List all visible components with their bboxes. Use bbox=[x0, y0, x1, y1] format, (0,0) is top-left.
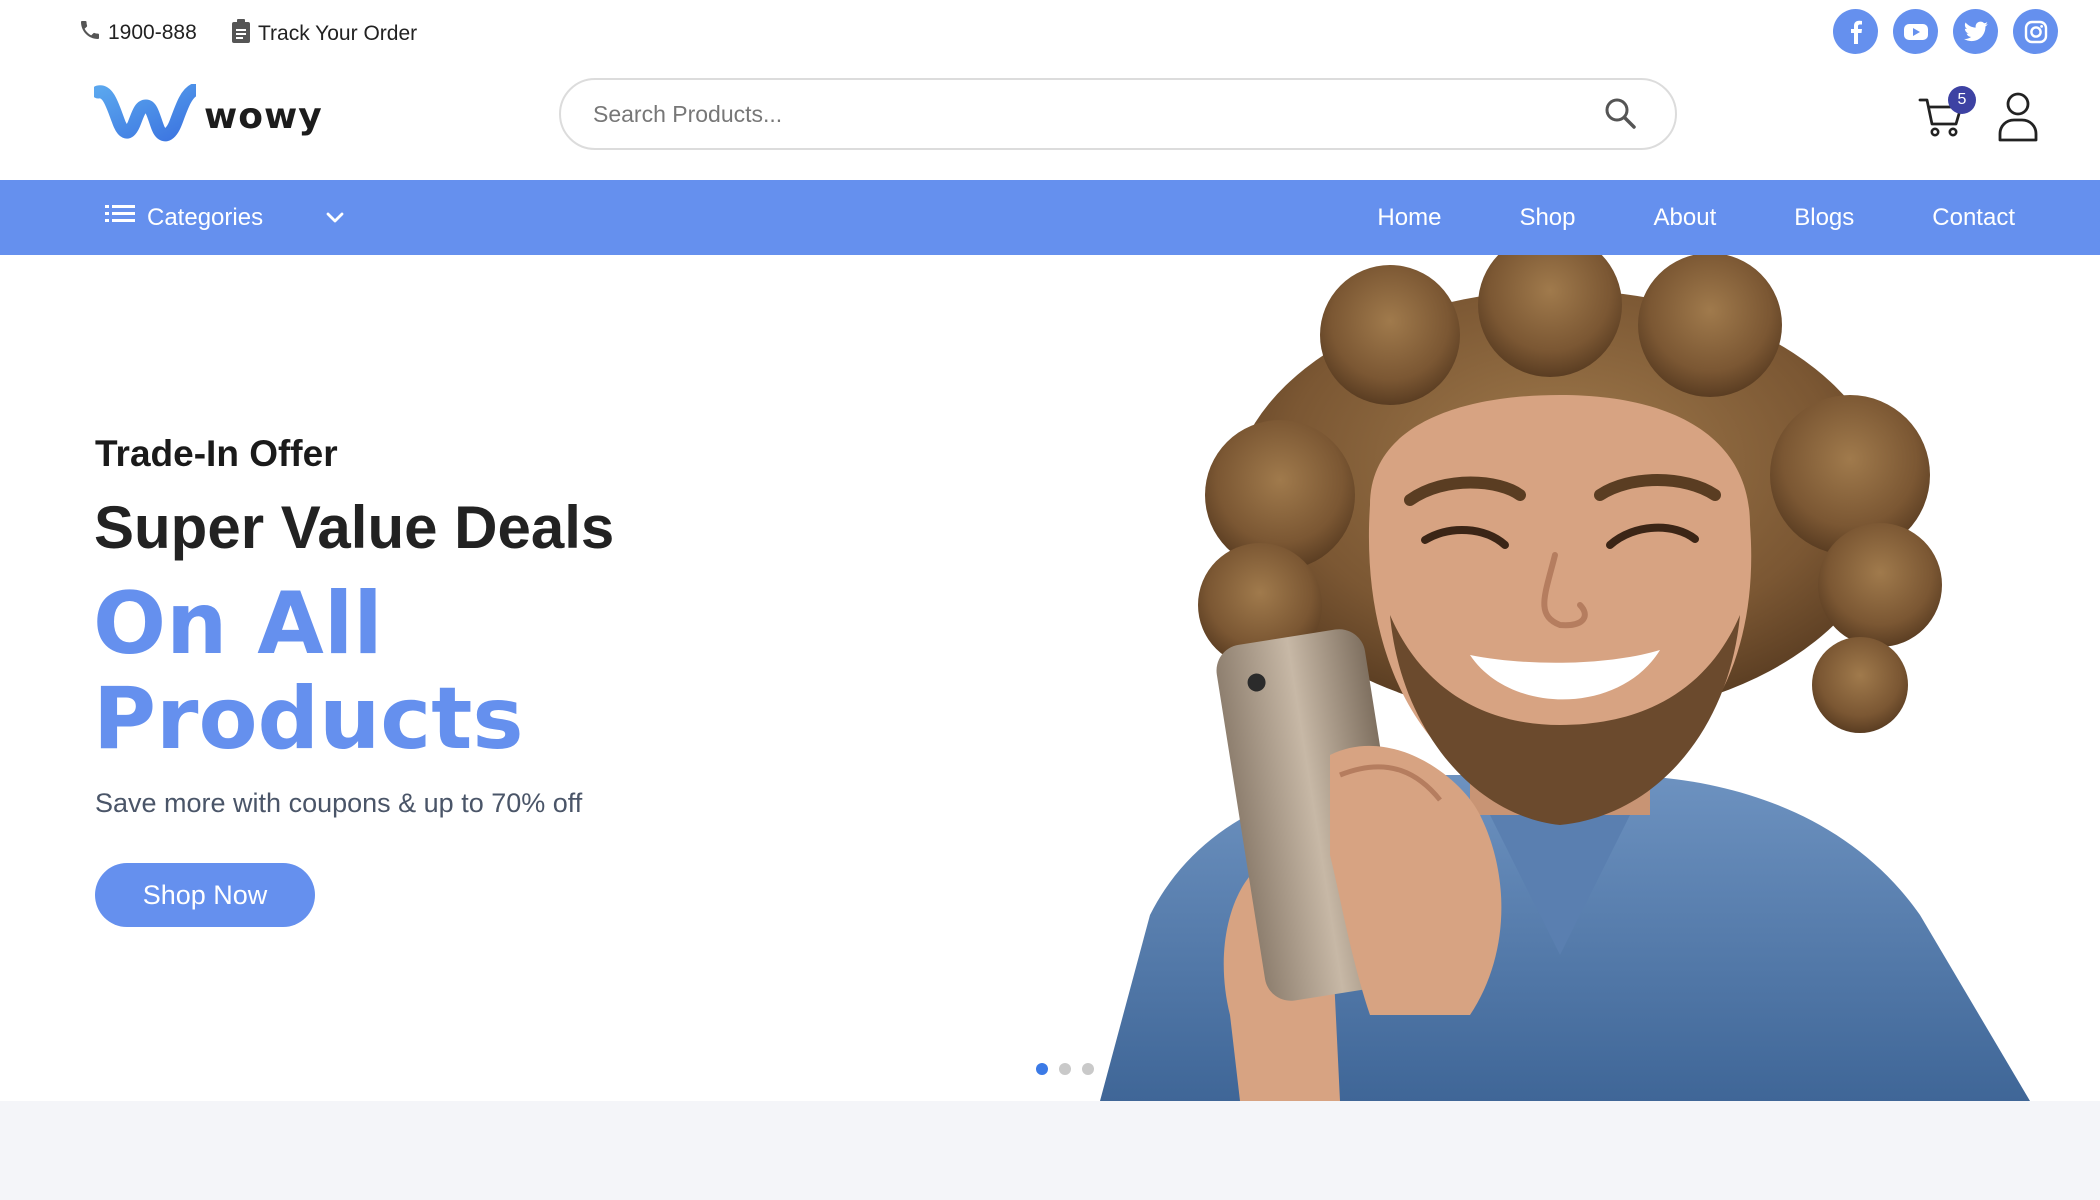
nav-link-home[interactable]: Home bbox=[1377, 204, 1441, 232]
track-order-label: Track Your Order bbox=[258, 22, 418, 45]
hero-description: Save more with coupons & up to 70% off bbox=[95, 788, 583, 818]
twitter-icon[interactable] bbox=[1953, 9, 1998, 54]
hero-image-man-with-phone bbox=[1100, 255, 2030, 1101]
top-bar: 1900-888 Track Your Order bbox=[0, 0, 2100, 62]
chevron-down-icon bbox=[325, 204, 345, 232]
instagram-icon[interactable] bbox=[2013, 9, 2058, 54]
cart-icon bbox=[1918, 98, 1966, 144]
phone-contact[interactable]: 1900-888 bbox=[78, 18, 197, 48]
shop-now-button[interactable]: Shop Now bbox=[95, 863, 315, 927]
main-nav-links: Home Shop About Blogs Contact bbox=[1377, 180, 2100, 255]
slider-dots bbox=[1036, 1063, 1094, 1075]
categories-label: Categories bbox=[147, 203, 264, 231]
facebook-icon[interactable] bbox=[1833, 9, 1878, 54]
search-input[interactable] bbox=[593, 94, 1553, 134]
nav-link-about[interactable]: About bbox=[1654, 204, 1717, 232]
user-account-button[interactable] bbox=[1995, 90, 2041, 147]
nav-link-blogs[interactable]: Blogs bbox=[1794, 204, 1854, 232]
logo[interactable]: wowy bbox=[91, 83, 323, 149]
hero-accent-line-1: On All bbox=[93, 574, 383, 674]
youtube-icon[interactable] bbox=[1893, 9, 1938, 54]
track-order-link[interactable]: Track Your Order bbox=[230, 18, 417, 50]
cart-count-badge: 5 bbox=[1948, 86, 1976, 114]
search-bar bbox=[559, 78, 1677, 150]
clipboard-icon bbox=[230, 18, 252, 50]
hero-subtitle: Trade-In Offer bbox=[95, 433, 338, 474]
nav-link-shop[interactable]: Shop bbox=[1519, 204, 1575, 232]
logo-text: wowy bbox=[204, 96, 323, 137]
social-links bbox=[1833, 9, 2058, 54]
hero-title: Super Value Deals bbox=[94, 494, 615, 561]
logo-mark-icon bbox=[91, 83, 201, 149]
search-icon[interactable] bbox=[1603, 96, 1637, 135]
navigation-bar: Categories Home Shop About Blogs Contact bbox=[0, 180, 2100, 255]
slider-dot-1[interactable] bbox=[1036, 1063, 1048, 1075]
nav-link-contact[interactable]: Contact bbox=[1932, 204, 2015, 232]
phone-number: 1900-888 bbox=[108, 21, 197, 44]
cart-button[interactable]: 5 bbox=[1918, 86, 1976, 140]
hero-accent-heading: On All Products bbox=[93, 577, 793, 767]
list-icon bbox=[105, 203, 135, 232]
phone-icon bbox=[78, 18, 102, 48]
user-icon bbox=[1995, 92, 2041, 146]
slider-dot-2[interactable] bbox=[1059, 1063, 1071, 1075]
next-section-background bbox=[0, 1101, 2100, 1200]
main-header: wowy 5 bbox=[0, 62, 2100, 180]
categories-dropdown[interactable]: Categories bbox=[105, 180, 345, 255]
hero-slider: Trade-In Offer Super Value Deals On All … bbox=[0, 255, 2100, 1101]
hero-accent-line-2: Products bbox=[93, 669, 524, 769]
